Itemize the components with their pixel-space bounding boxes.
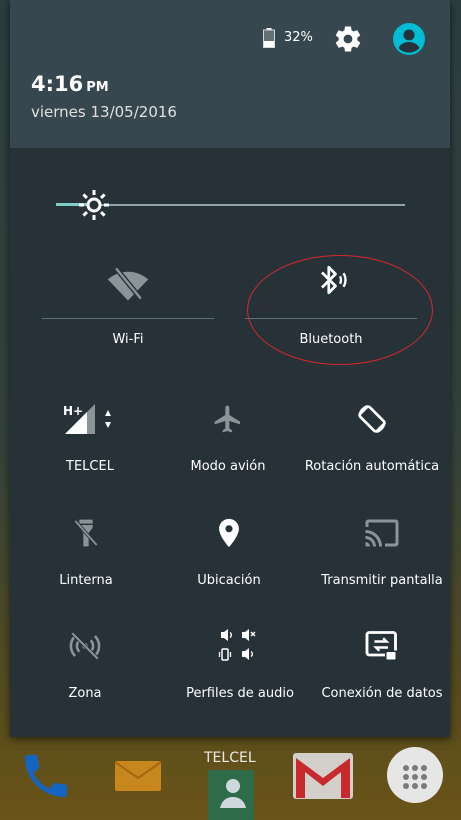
tile-location[interactable]: Ubicación <box>156 515 302 615</box>
auto-rotate-icon <box>358 404 386 434</box>
app-drawer-icon[interactable] <box>386 746 444 804</box>
hotspot-icon <box>69 631 101 661</box>
highlight-annotation <box>247 255 433 365</box>
tile-label: Conexión de datos <box>321 686 443 701</box>
contacts-icon[interactable] <box>207 770 255 820</box>
gear-icon[interactable] <box>333 24 363 54</box>
tile-divider <box>42 318 214 319</box>
tile-data-connection[interactable]: Conexión de datos <box>309 628 455 728</box>
tile-audio-profiles[interactable]: Perfiles de audio <box>167 628 313 728</box>
wifi-off-icon <box>107 266 149 301</box>
clock-time: 4:16 <box>31 72 84 96</box>
tile-label: Rotación automática <box>304 459 440 474</box>
tile-label: Ubicación <box>197 573 261 588</box>
tile-label: Linterna <box>59 573 113 588</box>
tile-label: Wi-Fi <box>112 332 144 347</box>
battery-icon <box>263 28 275 48</box>
tile-label: Perfiles de audio <box>186 686 294 701</box>
tile-label: Modo avión <box>190 459 266 474</box>
brightness-icon[interactable] <box>78 189 110 221</box>
date: viernes 13/05/2016 <box>31 103 177 121</box>
user-avatar-icon[interactable] <box>392 22 426 56</box>
cell-signal-icon: H+ <box>63 404 111 434</box>
cast-icon <box>365 519 399 547</box>
phone-icon[interactable] <box>18 748 74 804</box>
data-connection-icon <box>365 631 397 661</box>
gmail-icon[interactable] <box>292 752 354 800</box>
tile-wifi[interactable]: Wi-Fi <box>42 258 214 358</box>
notification-header: 32% 4:16 PM viernes 13/05/2016 <box>10 0 450 148</box>
tile-airplane-mode[interactable]: Modo avión <box>155 401 301 501</box>
battery-percentage: 32% <box>284 30 313 45</box>
tile-label: Transmitir pantalla <box>321 573 443 588</box>
svg-text:H+: H+ <box>63 404 83 418</box>
clock: 4:16 PM <box>31 72 109 96</box>
flashlight-off-icon <box>74 519 98 547</box>
tile-flashlight[interactable]: Linterna <box>13 515 159 615</box>
dock-carrier-label: TELCEL <box>204 750 256 766</box>
tile-telcel[interactable]: H+ TELCEL <box>17 401 163 501</box>
tile-hotspot[interactable]: Zona <box>12 628 158 728</box>
quick-settings-panel: 32% 4:16 PM viernes 13/05/2016 Wi-Fi Blu… <box>10 0 450 737</box>
clock-ampm: PM <box>86 80 109 95</box>
email-icon[interactable] <box>114 758 162 794</box>
airplane-icon <box>214 405 240 433</box>
audio-profiles-icon <box>218 629 256 661</box>
location-icon <box>219 518 239 548</box>
tile-label: Zona <box>68 686 102 701</box>
tile-auto-rotate[interactable]: Rotación automática <box>299 401 445 501</box>
tile-label: TELCEL <box>66 459 114 474</box>
tile-cast-screen[interactable]: Transmitir pantalla <box>309 515 455 615</box>
